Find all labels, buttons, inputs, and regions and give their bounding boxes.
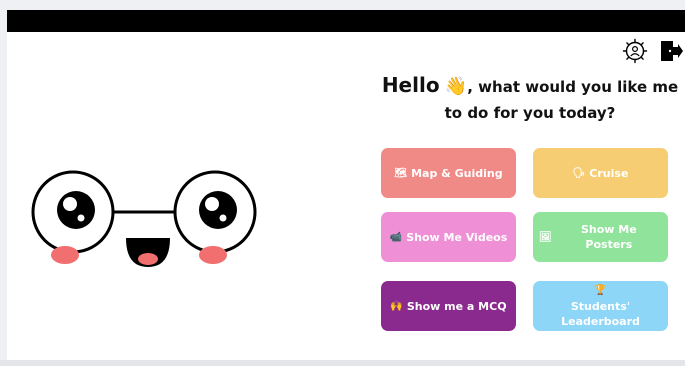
tongue — [138, 253, 158, 265]
logout-icon[interactable] — [658, 38, 684, 64]
wave-icon: 👋 — [444, 76, 468, 97]
show-mcq-label: Show me a MCQ — [406, 299, 507, 313]
left-cheek — [51, 246, 79, 264]
raised-hands-icon: 🙌 — [390, 300, 403, 312]
video-camera-icon: 📹 — [389, 231, 403, 243]
trophy-icon: 🏆 — [594, 285, 607, 296]
greeting-hello: Hello — [381, 73, 440, 97]
show-mcq-button[interactable]: 🙌 Show me a MCQ — [381, 281, 516, 331]
leaderboard-label: Students' Leaderboard — [561, 300, 640, 328]
greeting-line1-rest: , what would you like me — [467, 78, 679, 96]
map-icon: 🗺 — [394, 167, 408, 179]
cruise-button[interactable]: 🗣 Cruise — [533, 148, 668, 198]
cruise-label: Cruise — [589, 166, 629, 180]
leaderboard-button[interactable]: 🏆 Students' Leaderboard — [533, 281, 668, 331]
speaking-head-icon: 🗣 — [572, 167, 586, 179]
left-eye — [57, 191, 95, 229]
map-guiding-label: Map & Guiding — [411, 166, 503, 180]
settings-icon[interactable] — [622, 38, 648, 64]
bottom-strip — [0, 360, 685, 366]
show-posters-button[interactable]: 🖼 Show Me Posters — [533, 212, 668, 262]
header-icons — [622, 38, 684, 64]
map-guiding-button[interactable]: 🗺 Map & Guiding — [381, 148, 516, 198]
right-cheek — [199, 246, 227, 264]
picture-icon: 🖼 — [539, 231, 552, 243]
mascot-face — [31, 170, 257, 267]
show-videos-label: Show Me Videos — [406, 230, 508, 244]
greeting-line-1: Hello 👋, what would you like me — [380, 72, 680, 100]
show-videos-button[interactable]: 📹 Show Me Videos — [381, 212, 516, 262]
greeting-line-2: to do for you today? — [444, 104, 616, 122]
greeting-text: Hello 👋, what would you like me to do fo… — [380, 72, 680, 126]
top-black-bar — [7, 10, 685, 32]
show-posters-label: Show Me Posters — [580, 223, 637, 251]
right-eye — [199, 191, 237, 229]
